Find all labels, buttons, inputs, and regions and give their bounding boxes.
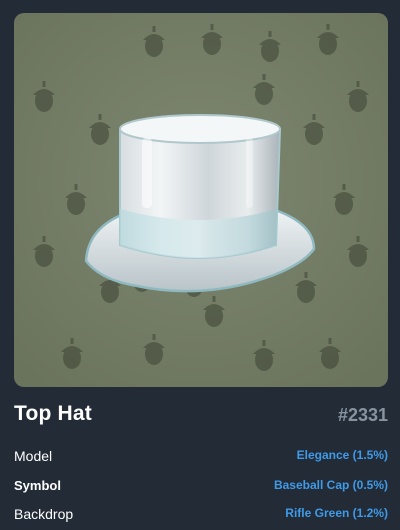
gift-artwork [14,13,388,387]
attribute-label: Model [14,448,53,464]
attribute-row-model: Model Elegance (1.5%) [14,446,388,468]
gift-number: #2331 [337,405,388,425]
attribute-row-symbol: Symbol Baseball Cap (0.5%) [14,476,388,498]
attribute-label: Symbol [14,478,61,493]
gift-title: Top Hat [14,402,92,425]
attribute-row-backdrop: Backdrop Rifle Green (1.2%) [14,504,388,526]
attribute-value-link[interactable]: Rifle Green (1.2%) [285,506,388,520]
attribute-value-link[interactable]: Elegance (1.5%) [297,448,388,462]
attribute-value-link[interactable]: Baseball Cap (0.5%) [274,478,388,492]
gift-header: Top Hat #2331 [14,402,388,434]
top-hat-image [14,13,388,387]
attribute-label: Backdrop [14,506,74,522]
